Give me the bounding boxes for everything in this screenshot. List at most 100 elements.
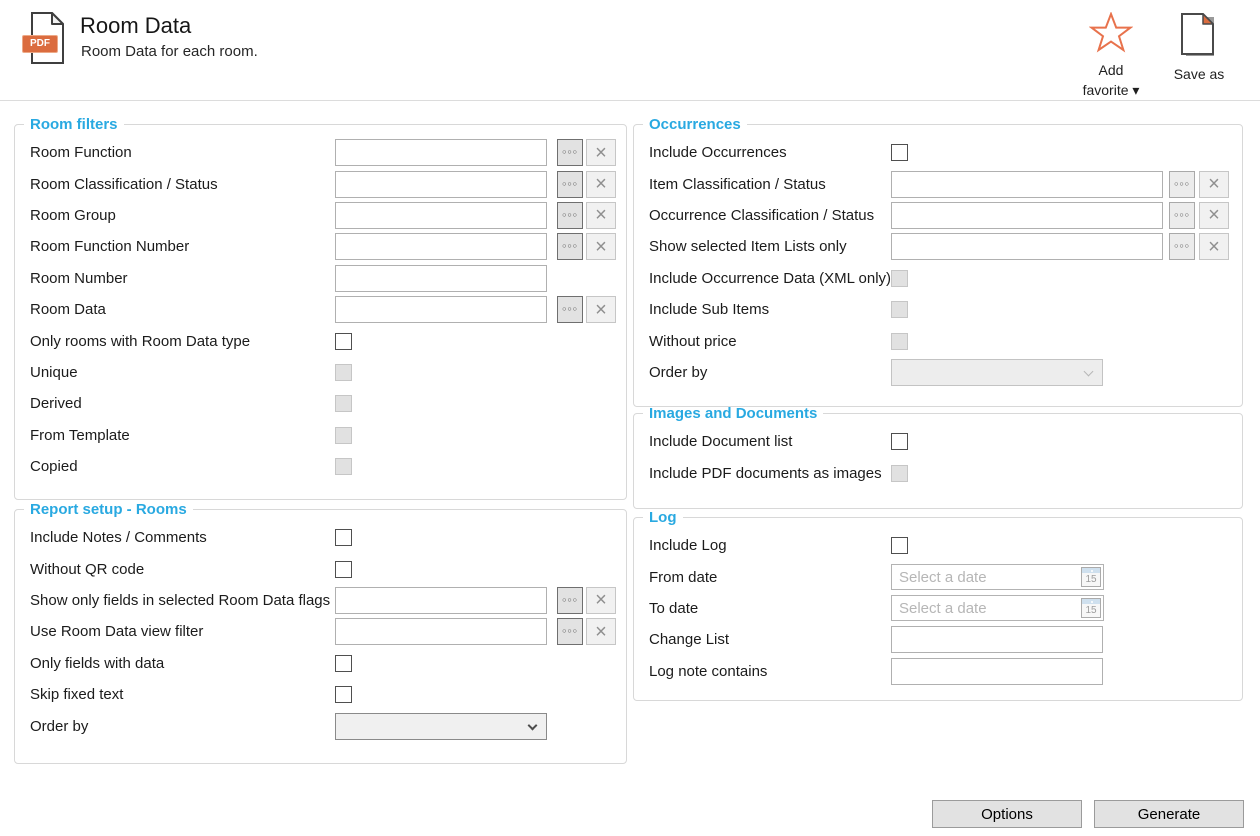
- calendar-day-number: 15: [1085, 604, 1096, 617]
- room-function-number-clear-button[interactable]: ×: [586, 233, 616, 260]
- item-classification-browse-button[interactable]: ○○○: [1169, 171, 1195, 198]
- field-row-skip-fixed-text: Skip fixed text: [15, 679, 626, 710]
- field-row-selected-item-lists: Show selected Item Lists only ○○○ ×: [634, 231, 1242, 262]
- include-log-checkbox[interactable]: [891, 537, 908, 554]
- field-row-include-pdf-as-images: Include PDF documents as images: [634, 457, 1242, 488]
- include-document-list-checkbox[interactable]: [891, 433, 908, 450]
- field-row-room-group: Room Group ○○○ ×: [15, 200, 626, 231]
- add-favorite-button[interactable]: Add favorite ▾: [1072, 12, 1150, 99]
- skip-fixed-text-label: Skip fixed text: [30, 686, 335, 703]
- section-title-report-setup: Report setup - Rooms: [24, 501, 193, 518]
- options-button[interactable]: Options: [932, 800, 1082, 828]
- log-note-contains-label: Log note contains: [649, 663, 891, 680]
- occurrence-classification-label: Occurrence Classification / Status: [649, 207, 891, 224]
- room-data-browse-button[interactable]: ○○○: [557, 296, 583, 323]
- ellipsis-icon: ○○○: [562, 181, 578, 188]
- add-favorite-label-line1: Add: [1072, 62, 1150, 79]
- occurrence-classification-input[interactable]: [891, 202, 1163, 229]
- rooms-order-by-select[interactable]: [335, 713, 547, 740]
- field-row-room-data: Room Data ○○○ ×: [15, 294, 626, 325]
- room-number-label: Room Number: [30, 270, 335, 287]
- room-function-browse-button[interactable]: ○○○: [557, 139, 583, 166]
- clear-icon: ×: [595, 205, 607, 225]
- room-group-browse-button[interactable]: ○○○: [557, 202, 583, 229]
- section-log: Log Include Log From date Select a date …: [633, 509, 1243, 701]
- include-document-list-label: Include Document list: [649, 433, 891, 450]
- log-note-contains-input[interactable]: [891, 658, 1103, 685]
- room-number-input[interactable]: [335, 265, 547, 292]
- room-function-number-input[interactable]: [335, 233, 547, 260]
- room-classification-browse-button[interactable]: ○○○: [557, 171, 583, 198]
- show-only-flags-label: Show only fields in selected Room Data f…: [30, 592, 335, 609]
- view-filter-clear-button[interactable]: ×: [586, 618, 616, 645]
- from-date-placeholder: Select a date: [899, 569, 1081, 586]
- room-function-clear-button[interactable]: ×: [586, 139, 616, 166]
- item-classification-label: Item Classification / Status: [649, 176, 891, 193]
- occurrence-classification-clear-button[interactable]: ×: [1199, 202, 1229, 229]
- room-classification-input[interactable]: [335, 171, 547, 198]
- generate-button[interactable]: Generate: [1094, 800, 1244, 828]
- calendar-day-number: 15: [1085, 573, 1096, 586]
- save-as-button[interactable]: Save as: [1164, 12, 1234, 83]
- selected-item-lists-clear-button[interactable]: ×: [1199, 233, 1229, 260]
- clear-icon: ×: [595, 174, 607, 194]
- room-data-clear-button[interactable]: ×: [586, 296, 616, 323]
- ellipsis-icon: ○○○: [562, 597, 578, 604]
- clear-icon: ×: [595, 590, 607, 610]
- room-classification-clear-button[interactable]: ×: [586, 171, 616, 198]
- field-row-include-occurrences: Include Occurrences: [634, 137, 1242, 168]
- field-row-view-filter: Use Room Data view filter ○○○ ×: [15, 616, 626, 647]
- room-function-input[interactable]: [335, 139, 547, 166]
- include-log-label: Include Log: [649, 537, 891, 554]
- selected-item-lists-input[interactable]: [891, 233, 1163, 260]
- field-row-room-classification: Room Classification / Status ○○○ ×: [15, 168, 626, 199]
- include-occurrences-label: Include Occurrences: [649, 144, 891, 161]
- room-function-number-browse-button[interactable]: ○○○: [557, 233, 583, 260]
- star-icon: [1089, 12, 1133, 54]
- field-row-include-sub-items: Include Sub Items: [634, 294, 1242, 325]
- room-group-clear-button[interactable]: ×: [586, 202, 616, 229]
- field-row-to-date: To date Select a date 15: [634, 593, 1242, 624]
- show-only-flags-browse-button[interactable]: ○○○: [557, 587, 583, 614]
- rooms-order-by-label: Order by: [30, 718, 335, 735]
- without-qr-label: Without QR code: [30, 561, 335, 578]
- room-group-input[interactable]: [335, 202, 547, 229]
- ellipsis-icon: ○○○: [562, 628, 578, 635]
- ellipsis-icon: ○○○: [562, 306, 578, 313]
- occurrence-classification-browse-button[interactable]: ○○○: [1169, 202, 1195, 229]
- ellipsis-icon: ○○○: [1174, 212, 1190, 219]
- without-price-label: Without price: [649, 333, 891, 350]
- only-fields-with-data-label: Only fields with data: [30, 655, 335, 672]
- view-filter-browse-button[interactable]: ○○○: [557, 618, 583, 645]
- change-list-input[interactable]: [891, 626, 1103, 653]
- room-data-input[interactable]: [335, 296, 547, 323]
- item-classification-clear-button[interactable]: ×: [1199, 171, 1229, 198]
- section-room-filters: Room filters Room Function ○○○ × Room Cl…: [14, 116, 627, 500]
- copied-label: Copied: [30, 458, 335, 475]
- include-notes-checkbox[interactable]: [335, 529, 352, 546]
- add-favorite-label-line2: favorite ▾: [1072, 82, 1150, 99]
- field-row-include-log: Include Log: [634, 530, 1242, 561]
- field-row-without-price: Without price: [634, 325, 1242, 356]
- save-as-label: Save as: [1164, 66, 1234, 83]
- only-rooms-with-type-checkbox[interactable]: [335, 333, 352, 350]
- include-occurrences-checkbox[interactable]: [891, 144, 908, 161]
- show-only-flags-input[interactable]: [335, 587, 547, 614]
- calendar-icon: 15: [1081, 567, 1101, 587]
- room-data-label: Room Data: [30, 301, 335, 318]
- show-only-flags-clear-button[interactable]: ×: [586, 587, 616, 614]
- from-template-label: From Template: [30, 427, 335, 444]
- field-row-copied: Copied: [15, 451, 626, 482]
- include-notes-label: Include Notes / Comments: [30, 529, 335, 546]
- include-pdf-as-images-label: Include PDF documents as images: [649, 465, 891, 482]
- only-fields-with-data-checkbox[interactable]: [335, 655, 352, 672]
- without-qr-checkbox[interactable]: [335, 561, 352, 578]
- include-pdf-as-images-checkbox: [891, 465, 908, 482]
- chevron-down-icon: [528, 720, 538, 730]
- item-classification-input[interactable]: [891, 171, 1163, 198]
- room-classification-label: Room Classification / Status: [30, 176, 335, 193]
- view-filter-input[interactable]: [335, 618, 547, 645]
- skip-fixed-text-checkbox[interactable]: [335, 686, 352, 703]
- selected-item-lists-browse-button[interactable]: ○○○: [1169, 233, 1195, 260]
- derived-checkbox: [335, 395, 352, 412]
